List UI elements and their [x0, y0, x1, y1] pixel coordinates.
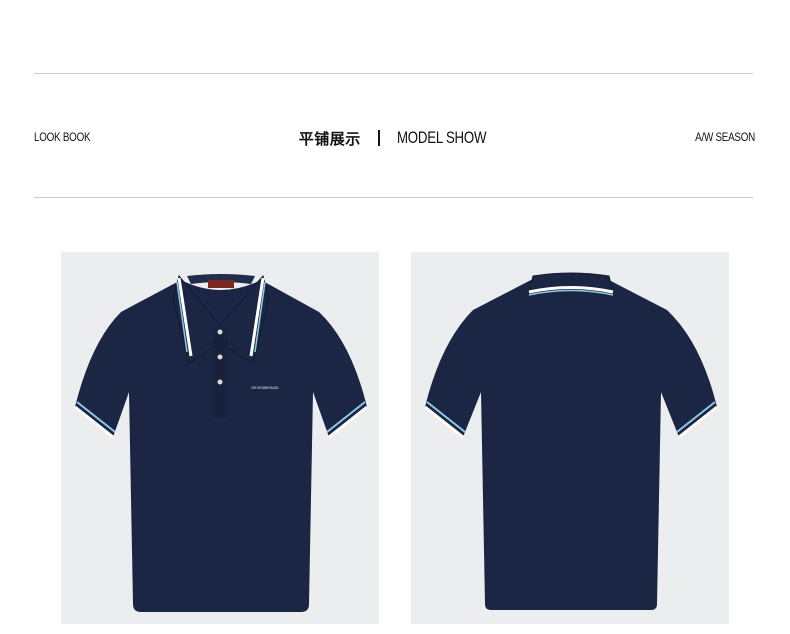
polo-back-illustration: [424, 272, 718, 610]
bottom-divider: [34, 197, 753, 198]
title-separator: [377, 130, 380, 146]
section-title-zh: 平铺展示: [298, 129, 361, 148]
section-title-en: MODEL SHOW: [396, 128, 487, 147]
chest-logo-text: SEVENBRAND: [251, 385, 279, 390]
polo-front-image[interactable]: SEVENBRAND: [61, 252, 379, 624]
section-header: LOOK BOOK 平铺展示 MODEL SHOW A/W SEASON: [0, 124, 790, 152]
season-label: A/W SEASON: [695, 130, 755, 144]
polo-back-image[interactable]: [411, 252, 729, 624]
polo-front-illustration: SEVENBRAND: [74, 274, 368, 612]
top-divider: [34, 73, 753, 74]
section-title: 平铺展示 MODEL SHOW: [0, 124, 790, 152]
